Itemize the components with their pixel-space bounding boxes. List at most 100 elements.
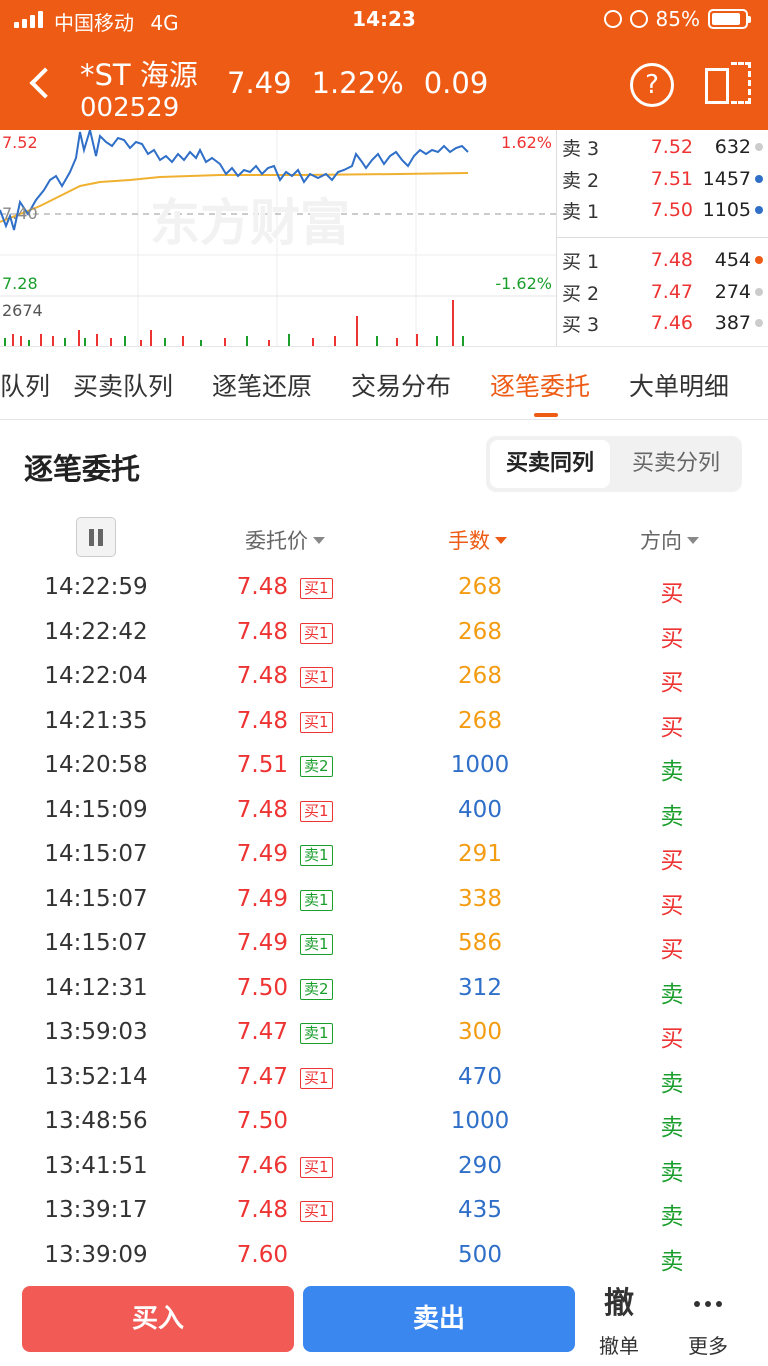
depth-volume: 632 xyxy=(714,136,751,158)
sort-down-icon xyxy=(687,536,699,544)
depth-price: 7.46 xyxy=(650,312,693,334)
order-level-badge: 买1 xyxy=(300,711,333,733)
order-row: 14:15:07 7.49 卖1 291 买 xyxy=(0,833,768,877)
depth-label: 卖 3 xyxy=(562,137,600,160)
depth-dot-icon xyxy=(755,256,763,264)
order-direction: 买 xyxy=(660,581,684,607)
order-price: 7.47 xyxy=(236,1019,288,1045)
order-level-badge: 卖1 xyxy=(300,889,333,911)
order-quantity: 400 xyxy=(458,796,502,823)
order-quantity: 338 xyxy=(458,885,502,912)
order-level-badge: 买1 xyxy=(300,1201,333,1222)
segment-split-columns[interactable]: 买卖分列 xyxy=(616,440,736,488)
depth-row-sell1: 卖 1 7.50 1105 xyxy=(557,195,768,225)
order-row: 14:21:35 7.48 买1 268 买 xyxy=(0,700,768,744)
order-level-badge: 买1 xyxy=(300,578,333,599)
stock-header: *ST 海源 002529 7.49 1.22% 0.09 ? xyxy=(0,40,768,130)
depth-row-buy1: 买 1 7.48 454 xyxy=(557,245,768,275)
stock-change: 0.09 xyxy=(423,66,489,100)
order-level-badge: 买1 xyxy=(300,1067,333,1089)
order-level-badge: 卖2 xyxy=(300,978,333,1000)
tab-trade-distribution[interactable]: 交易分布 xyxy=(351,367,451,403)
detail-tabs: 队列 买卖队列 逐笔还原 交易分布 逐笔委托 大单明细 xyxy=(0,346,768,420)
column-header-price[interactable]: 委托价 xyxy=(245,525,325,555)
order-time: 13:39:09 xyxy=(44,1241,148,1268)
order-quantity: 268 xyxy=(458,574,502,600)
depth-price: 7.48 xyxy=(650,249,693,271)
help-icon[interactable]: ? xyxy=(630,63,674,107)
depth-dot-icon xyxy=(755,143,763,151)
cancel-order-button[interactable]: 撤 撤单 xyxy=(584,1284,654,1359)
chart-low-pct: -1.62% xyxy=(495,274,552,293)
order-quantity: 300 xyxy=(458,1019,502,1045)
active-tab-indicator xyxy=(534,413,558,417)
stock-code: 002529 xyxy=(80,93,180,123)
order-quantity: 470 xyxy=(458,1063,502,1090)
switch-layout-icon[interactable] xyxy=(705,62,751,106)
order-price: 7.48 xyxy=(236,796,288,823)
intraday-chart[interactable]: 东方财富 7.52 1.62% 7.40 7.28 -1.62% 2674 xyxy=(0,126,556,346)
order-row: 14:15:07 7.49 卖1 338 买 xyxy=(0,878,768,922)
order-quantity: 268 xyxy=(458,618,502,645)
order-level-badge: 买1 xyxy=(300,1156,333,1178)
tab-bid-ask-queue[interactable]: 买卖队列 xyxy=(73,367,173,403)
buy-button[interactable]: 买入 xyxy=(22,1286,294,1352)
order-row: 14:15:09 7.48 买1 400 卖 xyxy=(0,789,768,833)
tab-large-orders[interactable]: 大单明细 xyxy=(629,367,729,403)
order-direction: 卖 xyxy=(660,1115,684,1141)
column-header-qty-label: 手数 xyxy=(448,529,490,553)
order-time: 14:22:59 xyxy=(44,574,148,600)
order-direction: 卖 xyxy=(660,1159,684,1186)
depth-row-buy3: 买 3 7.46 387 xyxy=(557,308,768,338)
depth-label: 卖 2 xyxy=(562,169,600,192)
column-header-qty[interactable]: 手数 xyxy=(448,525,507,555)
more-button[interactable]: 更多 xyxy=(673,1284,743,1359)
order-time: 13:52:14 xyxy=(44,1063,148,1090)
order-direction: 买 xyxy=(660,714,684,741)
pause-icon[interactable] xyxy=(76,517,116,557)
order-book[interactable]: 卖 3 7.52 632 卖 2 7.51 1457 卖 1 7.50 1105… xyxy=(556,130,768,346)
order-price: 7.50 xyxy=(236,1108,288,1134)
chart-volume-max: 2674 xyxy=(2,301,43,320)
order-direction: 卖 xyxy=(660,1204,684,1230)
order-direction: 买 xyxy=(660,937,684,963)
order-price: 7.47 xyxy=(236,1063,288,1090)
order-direction: 卖 xyxy=(660,981,684,1008)
order-price: 7.51 xyxy=(236,752,288,778)
order-quantity: 1000 xyxy=(450,1108,510,1134)
order-time: 14:22:04 xyxy=(44,663,148,689)
order-quantity: 268 xyxy=(458,663,502,689)
chart-base-price: 7.40 xyxy=(2,204,38,223)
battery-percent: 85% xyxy=(655,7,700,31)
more-icon xyxy=(673,1284,743,1324)
layout-segmented-control: 买卖同列 买卖分列 xyxy=(486,436,742,492)
segment-same-column[interactable]: 买卖同列 xyxy=(490,440,610,488)
back-arrow-icon[interactable] xyxy=(22,62,56,102)
depth-label: 买 2 xyxy=(562,282,600,305)
battery-icon xyxy=(708,9,751,29)
order-direction: 卖 xyxy=(660,1070,684,1097)
order-level-badge: 买1 xyxy=(300,800,333,822)
stock-name: *ST 海源 xyxy=(80,58,198,92)
order-row: 13:39:09 7.60 500 卖 xyxy=(0,1234,768,1278)
depth-dot-icon xyxy=(755,206,763,214)
order-time: 14:21:35 xyxy=(44,707,148,734)
tab-tick-orders[interactable]: 逐笔委托 xyxy=(490,367,590,403)
order-row: 13:48:56 7.50 1000 卖 xyxy=(0,1100,768,1144)
order-price: 7.48 xyxy=(236,1197,288,1223)
depth-volume: 274 xyxy=(714,281,751,303)
column-header-direction[interactable]: 方向 xyxy=(640,525,699,555)
order-time: 13:59:03 xyxy=(44,1019,148,1045)
column-header-direction-label: 方向 xyxy=(640,529,682,553)
alarm-icon xyxy=(629,10,648,28)
order-row: 14:15:07 7.49 卖1 586 买 xyxy=(0,922,768,966)
stock-change-pct: 1.22% xyxy=(311,66,404,100)
tab-queue[interactable]: 队列 xyxy=(0,367,50,403)
depth-dot-icon xyxy=(755,175,763,183)
order-time: 13:48:56 xyxy=(44,1108,148,1134)
tab-tick-restore[interactable]: 逐笔还原 xyxy=(212,367,312,403)
order-price: 7.48 xyxy=(236,574,288,600)
order-price: 7.49 xyxy=(236,930,288,956)
order-level-badge: 卖1 xyxy=(300,845,333,866)
sell-button[interactable]: 卖出 xyxy=(303,1286,575,1352)
